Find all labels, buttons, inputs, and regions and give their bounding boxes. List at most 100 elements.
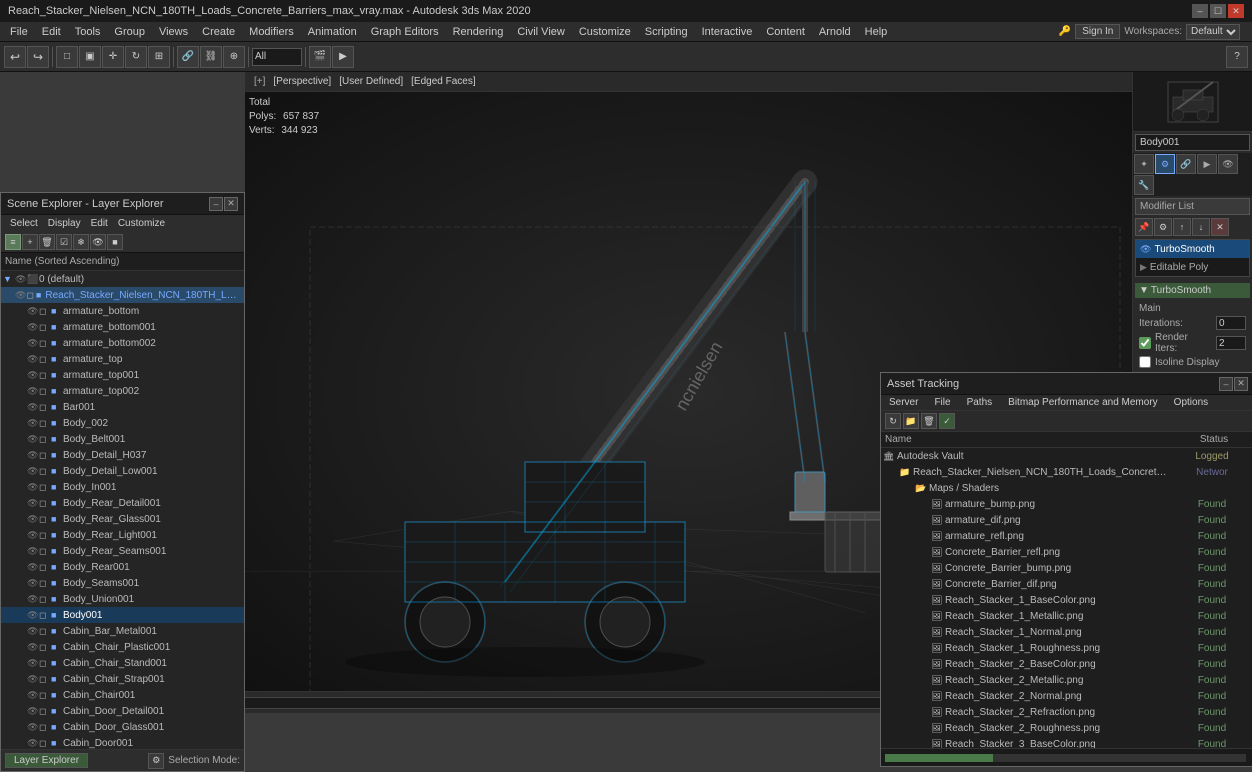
select-button[interactable]: □ [56,46,78,68]
scene-menu-edit[interactable]: Edit [86,217,113,230]
delete-modifier-btn[interactable]: ✕ [1211,218,1229,236]
undo-button[interactable]: ↩ [4,46,26,68]
at-list-item[interactable]: 📁Reach_Stacker_Nielsen_NCN_180TH_Loads_C… [881,464,1252,480]
close-button[interactable]: ✕ [1228,4,1244,18]
menu-create[interactable]: Create [196,24,241,40]
at-list-item[interactable]: 🖼Reach_Stacker_2_Roughness.pngFound [881,720,1252,736]
help-button[interactable]: ? [1226,46,1248,68]
scene-list-item[interactable]: 👁◻■Cabin_Chair_Plastic001 [1,639,244,655]
at-list-item[interactable]: 🖼Reach_Stacker_2_Refraction.pngFound [881,704,1252,720]
menu-content[interactable]: Content [760,24,811,40]
asset-tracking-titlebar[interactable]: Asset Tracking – ✕ [881,373,1252,395]
quick-render-button[interactable]: ▶ [332,46,354,68]
scene-explorer-minimize[interactable]: – [209,197,223,211]
scene-explorer-titlebar[interactable]: Scene Explorer - Layer Explorer – ✕ [1,193,244,215]
at-list-item[interactable]: 🖼armature_refl.pngFound [881,528,1252,544]
object-eye-icon[interactable]: 👁 [27,626,39,637]
at-list-item[interactable]: 🖼Reach_Stacker_3_BaseColor.pngFound [881,736,1252,748]
at-list-item[interactable]: 🖼Concrete_Barrier_dif.pngFound [881,576,1252,592]
move-up-btn[interactable]: ↑ [1173,218,1191,236]
at-list-item[interactable]: 🖼Reach_Stacker_2_Metallic.pngFound [881,672,1252,688]
at-menu-bitmap[interactable]: Bitmap Performance and Memory [1000,395,1166,410]
at-track-btn[interactable]: 📁 [903,413,919,429]
ts-render-iters-input[interactable] [1216,336,1246,350]
at-list-item[interactable]: 🏛Autodesk VaultLogged [881,448,1252,464]
scene-list-item[interactable]: 👁◻■Body_Detail_H037 [1,447,244,463]
object-eye-icon[interactable]: 👁 [27,306,39,317]
configure-modifier-btn[interactable]: ⚙ [1154,218,1172,236]
scene-list-item[interactable]: ▼👁⬛0 (default) [1,271,244,287]
sign-in-button[interactable]: Sign In [1075,24,1120,39]
scene-list-item[interactable]: 👁◻■Body_Seams001 [1,575,244,591]
scene-explorer-close[interactable]: ✕ [224,197,238,211]
at-list-item[interactable]: 🖼armature_dif.pngFound [881,512,1252,528]
object-eye-icon[interactable]: 👁 [27,530,39,541]
motion-tab[interactable]: ▶ [1197,154,1217,174]
object-name-field[interactable]: Body001 [1135,134,1250,151]
modifier-editable-poly[interactable]: ▶ Editable Poly [1136,258,1249,276]
turbosmoothh-eye[interactable]: 👁 [1140,244,1151,255]
object-eye-icon[interactable]: 👁 [27,674,39,685]
object-eye-icon[interactable]: 👁 [27,562,39,573]
scene-list-item[interactable]: 👁◻■armature_bottom001 [1,319,244,335]
menu-scripting[interactable]: Scripting [639,24,694,40]
move-button[interactable]: ✛ [102,46,124,68]
menu-interactive[interactable]: Interactive [696,24,759,40]
at-list-item[interactable]: 🖼armature_bump.pngFound [881,496,1252,512]
scene-list-item[interactable]: 👁◻■armature_top002 [1,383,244,399]
object-eye-icon[interactable]: 👁 [27,610,39,621]
pin-modifier-btn[interactable]: 📌 [1135,218,1153,236]
scene-list-item[interactable]: 👁◻■Body_Union001 [1,591,244,607]
scene-list-item[interactable]: 👁◻■Bar001 [1,399,244,415]
object-eye-icon[interactable]: 👁 [15,290,26,301]
vp-shading[interactable]: [User Defined] [336,76,406,87]
scene-list-item[interactable]: 👁◻■Body_Rear_Light001 [1,527,244,543]
object-eye-icon[interactable]: 👁 [27,466,39,477]
maximize-button[interactable]: ☐ [1210,4,1226,18]
selection-filter[interactable] [252,48,302,66]
delete-layer-btn[interactable]: 🗑 [39,234,55,250]
scene-list-item[interactable]: 👁◻■Body_Rear_Detail001 [1,495,244,511]
menu-edit[interactable]: Edit [36,24,67,40]
at-list-item[interactable]: 🖼Reach_Stacker_1_BaseColor.pngFound [881,592,1252,608]
render-btn[interactable]: ■ [107,234,123,250]
scene-list-item[interactable]: 👁◻■armature_top001 [1,367,244,383]
scene-list-item[interactable]: 👁◻■Cabin_Chair_Strap001 [1,671,244,687]
object-eye-icon[interactable]: 👁 [27,578,39,589]
rotate-button[interactable]: ↻ [125,46,147,68]
object-eye-icon[interactable]: 👁 [27,498,39,509]
isoline-checkbox[interactable] [1139,356,1151,368]
menu-graph-editors[interactable]: Graph Editors [365,24,445,40]
at-close-btn[interactable]: ✕ [1234,377,1248,391]
scene-list-item[interactable]: 👁◻■Cabin_Bar_Metal001 [1,623,244,639]
link-button[interactable]: 🔗 [177,46,199,68]
render-iters-checkbox[interactable] [1139,337,1151,349]
object-eye-icon[interactable]: 👁 [27,370,39,381]
scene-menu-display[interactable]: Display [43,217,86,230]
object-eye-icon[interactable]: 👁 [27,322,39,333]
hide-btn[interactable]: 👁 [90,234,106,250]
at-list-item[interactable]: 🖼Reach_Stacker_1_Normal.pngFound [881,624,1252,640]
scene-list-item[interactable]: 👁◻■Reach_Stacker_Nielsen_NCN_180TH_Loads… [1,287,244,303]
editable-poly-expand[interactable]: ▶ [1140,262,1147,273]
menu-modifiers[interactable]: Modifiers [243,24,300,40]
at-list-item[interactable]: 🖼Reach_Stacker_1_Metallic.pngFound [881,608,1252,624]
select-layer-btn[interactable]: ☑ [56,234,72,250]
at-menu-paths[interactable]: Paths [959,395,1001,410]
object-eye-icon[interactable]: 👁 [27,514,39,525]
object-eye-icon[interactable]: 👁 [27,354,39,365]
object-eye-icon[interactable]: 👁 [27,418,39,429]
minimize-button[interactable]: – [1192,4,1208,18]
object-eye-icon[interactable]: 👁 [27,722,39,733]
menu-file[interactable]: File [4,24,34,40]
scene-list-item[interactable]: 👁◻■Body_Rear_Glass001 [1,511,244,527]
at-list-item[interactable]: 🖼Reach_Stacker_2_Normal.pngFound [881,688,1252,704]
modifier-turbosmoothh[interactable]: 👁 TurboSmooth [1136,240,1249,258]
layer-explorer-toggle[interactable]: ≡ [5,234,21,250]
at-list-item[interactable]: 🖼Reach_Stacker_1_Roughness.pngFound [881,640,1252,656]
menu-rendering[interactable]: Rendering [447,24,510,40]
workspaces-select[interactable]: Default [1186,24,1240,40]
bind-button[interactable]: ⊕ [223,46,245,68]
display-tab[interactable]: 👁 [1218,154,1238,174]
object-eye-icon[interactable]: 👁 [27,738,39,749]
